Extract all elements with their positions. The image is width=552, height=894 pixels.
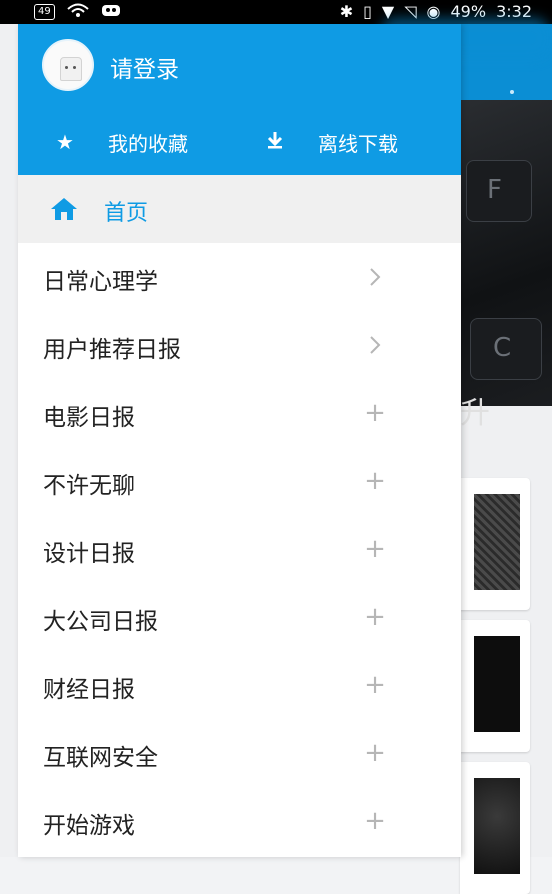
drawer-item[interactable]: 不许无聊 + xyxy=(18,447,461,515)
game-controller-icon xyxy=(101,3,121,21)
star-icon: ★ xyxy=(56,130,74,154)
drawer-item[interactable]: 用户推荐日报 xyxy=(18,311,461,379)
plus-icon[interactable]: + xyxy=(363,602,387,632)
background-banner: F C 升 xyxy=(460,100,552,431)
drawer-item-label: 不许无聊 xyxy=(43,473,135,499)
card-thumbnail xyxy=(474,778,520,874)
drawer-item[interactable]: 互联网安全 + xyxy=(18,719,461,787)
plus-icon[interactable]: + xyxy=(363,806,387,836)
favorites-button[interactable]: ★ 我的收藏 xyxy=(52,124,188,160)
drawer-header: 请登录 ★ 我的收藏 离线下载 xyxy=(18,24,461,175)
drawer-item-label: 用户推荐日报 xyxy=(43,337,181,363)
background-card xyxy=(460,762,530,894)
drawer-menu-list: 日常心理学 用户推荐日报 电影日报 + 不许无聊 + 设计日报 + 大公司日报 + 财经日报 + 互联网… xyxy=(18,243,461,855)
chevron-right-icon[interactable] xyxy=(363,262,387,292)
banner-text: 升 xyxy=(460,396,490,431)
drawer-item[interactable]: 财经日报 + xyxy=(18,651,461,719)
avatar-eye xyxy=(73,66,76,69)
home-label: 首页 xyxy=(104,201,149,226)
plus-icon[interactable]: + xyxy=(363,670,387,700)
drawer-item-label: 大公司日报 xyxy=(43,609,158,635)
drawer-item-home[interactable]: 首页 xyxy=(18,175,461,243)
key-label: C xyxy=(493,333,512,363)
drawer-item[interactable]: 开始游戏 + xyxy=(18,787,461,855)
background-card xyxy=(460,478,530,610)
background-card xyxy=(460,620,530,752)
home-icon xyxy=(50,197,78,221)
offline-download-button[interactable]: 离线下载 xyxy=(262,124,398,160)
quick-actions: ★ 我的收藏 离线下载 xyxy=(18,124,461,160)
drawer-item-label: 开始游戏 xyxy=(43,813,135,839)
drawer-item-label: 互联网安全 xyxy=(43,745,158,771)
avatar[interactable] xyxy=(42,39,94,91)
keyboard-key: F xyxy=(466,160,532,222)
plus-icon[interactable]: + xyxy=(363,738,387,768)
plus-icon[interactable]: + xyxy=(363,466,387,496)
drawer-item-label: 设计日报 xyxy=(43,541,135,567)
card-thumbnail xyxy=(474,494,520,590)
plus-icon[interactable]: + xyxy=(363,398,387,428)
favorites-label: 我的收藏 xyxy=(108,131,188,156)
avatar-eye xyxy=(65,66,68,69)
drawer-item[interactable]: 大公司日报 + xyxy=(18,583,461,651)
wifi-icon xyxy=(67,3,89,21)
avatar-face-icon xyxy=(60,57,82,81)
download-icon xyxy=(262,130,288,155)
key-label: F xyxy=(487,175,502,205)
navigation-drawer: 请登录 ★ 我的收藏 离线下载 首页 日常心理学用户推荐日报 电影日报 + 不许无聊 +… xyxy=(18,24,461,857)
notification-badge: 49 xyxy=(34,4,55,20)
drawer-item-label: 电影日报 xyxy=(43,405,135,431)
drawer-item[interactable]: 设计日报 + xyxy=(18,515,461,583)
drawer-item[interactable]: 电影日报 + xyxy=(18,379,461,447)
drawer-item-label: 财经日报 xyxy=(43,677,135,703)
offline-download-label: 离线下载 xyxy=(318,131,398,156)
login-link[interactable]: 请登录 xyxy=(110,50,179,84)
drawer-item-label: 日常心理学 xyxy=(43,269,158,295)
bluetooth-icon: ✱ xyxy=(339,2,354,21)
chevron-right-icon[interactable] xyxy=(363,330,387,360)
plus-icon[interactable]: + xyxy=(363,534,387,564)
vibrate-icon: ▯ xyxy=(363,2,372,21)
overflow-dot-icon xyxy=(510,90,514,94)
card-thumbnail xyxy=(474,636,520,732)
keyboard-key: C xyxy=(470,318,542,380)
drawer-item[interactable]: 日常心理学 xyxy=(18,243,461,311)
